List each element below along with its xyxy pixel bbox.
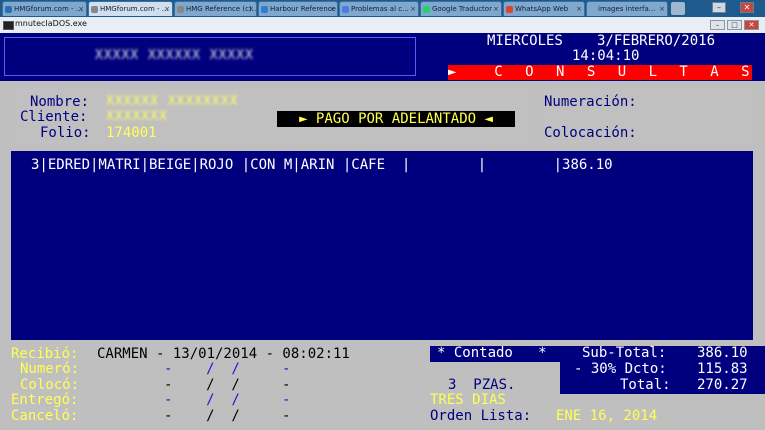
orden-lista-label: Orden Lista: [430,408,532,424]
browser-tab-7[interactable]: images interfa... × [586,1,668,16]
console-app-icon [3,21,14,30]
colocacion-label: Colocación: [544,125,637,141]
console-minimize-button[interactable]: – [710,20,725,30]
tab-label: HMGforum.com - ... [14,5,83,13]
new-tab-button[interactable] [671,2,685,15]
numero-label: Numeró: [20,361,80,377]
tab-close-icon[interactable]: × [493,2,499,16]
tab-favicon-icon [506,6,513,13]
recibio-value: CARMEN - 13/01/2014 - 08:02:11 [97,346,350,362]
orden-lista-value: ENE 16, 2014 [556,408,658,424]
tab-close-icon[interactable]: × [576,2,582,16]
browser-tab-1[interactable]: HMGforum.com - ... × [88,1,173,16]
browser-tab-4[interactable]: Problemas al c... × [339,1,419,16]
browser-tab-3[interactable]: Harbour Reference ... × [258,1,338,16]
tab-label: HMG Reference (c)... [186,5,257,13]
browser-tab-0[interactable]: HMGforum.com - ... × [2,1,87,16]
console-title: mnutecIaDOS.exe [15,19,87,28]
folio-label: Folio: [40,125,91,141]
tab-label: Google Traductor [432,5,492,13]
browser-minimize-button[interactable]: – [712,2,726,13]
table-row[interactable]: 3|EDRED|MATRI|BEIGE|ROJO |CON M|ARIN |CA… [31,158,613,173]
browser-tab-6[interactable]: WhatsApp Web × [503,1,585,16]
clock: 14:04:10 [572,48,640,64]
pieces-count: 3 PZAS. [448,377,516,393]
delivery-term: TRES DIAS [430,392,506,408]
tab-label: Problemas al c... [351,5,409,13]
entrego-label: Entregó: [11,392,79,408]
tab-label: WhatsApp Web [515,5,569,13]
tab-close-icon[interactable]: × [329,2,335,16]
nombre-value: XXXXXX XXXXXXXX [106,94,239,109]
folio-value: 174001 [106,125,157,141]
total-label: Total: [620,377,671,393]
coloco-value: - / / - [164,377,291,393]
subtotal-value: 386.10 [697,345,748,361]
tab-close-icon[interactable]: × [248,2,254,16]
recibio-label: Recibió: [11,346,79,362]
date: 3/FEBRERO/2016 [597,33,716,49]
tab-label: HMGforum.com - ... [100,5,169,13]
tab-close-icon[interactable]: × [164,2,170,16]
console-close-button[interactable]: ✕ [744,20,759,30]
tab-close-icon[interactable]: × [410,2,416,16]
tab-favicon-icon [261,6,268,13]
tab-favicon-icon [342,6,349,13]
tab-favicon-icon [5,6,12,13]
browser-close-button[interactable]: ✕ [740,2,754,13]
cliente-value: XXXXXXX [106,109,168,124]
browser-tab-strip: HMGforum.com - ... × HMGforum.com - ... … [0,0,765,17]
payment-type: * Contado * [437,345,547,361]
company-name: XXXXX XXXXXX XXXXX [95,48,254,63]
weekday: MIERCOLES [487,33,563,49]
payment-type-box: * Contado * [430,346,560,362]
cancelo-label: Canceló: [11,408,79,424]
company-header: XXXXX XXXXXX XXXXX [0,33,420,81]
entrego-value: - / / - [164,392,291,408]
browser-tab-2[interactable]: HMG Reference (c)... × [174,1,257,16]
browser-tab-5[interactable]: Google Traductor × [420,1,502,16]
cancelo-value: - / / - [164,408,291,424]
tab-favicon-icon [589,6,596,13]
tab-favicon-icon [91,6,98,13]
mode-banner: ► C O N S U L T A S ◄ [448,64,757,80]
coloco-label: Colocó: [20,377,80,393]
tab-close-icon[interactable]: × [78,2,84,16]
console-title-bar: mnutecIaDOS.exe – □ ✕ [0,17,765,34]
tab-label: Harbour Reference ... [270,5,338,13]
cliente-label: Cliente: [20,109,88,125]
discount-value: 115.83 [697,361,748,377]
tab-favicon-icon [423,6,430,13]
totals-box: Sub-Total: 386.10 - 30% Dcto: 115.83 Tot… [560,346,765,394]
total-value: 270.27 [697,377,748,393]
console-maximize-button[interactable]: □ [727,20,742,30]
tab-close-icon[interactable]: × [659,2,665,16]
numeracion-label: Numeración: [544,94,637,110]
order-detail-table[interactable]: 3|EDRED|MATRI|BEIGE|ROJO |CON M|ARIN |CA… [11,151,753,340]
tab-label: images interfa... [598,5,656,13]
numero-value: - / / - [164,361,291,377]
subtotal-label: Sub-Total: [582,345,667,361]
discount-label: - 30% Dcto: [574,361,667,377]
payment-badge: ► PAGO POR ADELANTADO ◄ [277,111,515,127]
tab-favicon-icon [177,6,184,13]
nombre-label: Nombre: [30,94,90,110]
